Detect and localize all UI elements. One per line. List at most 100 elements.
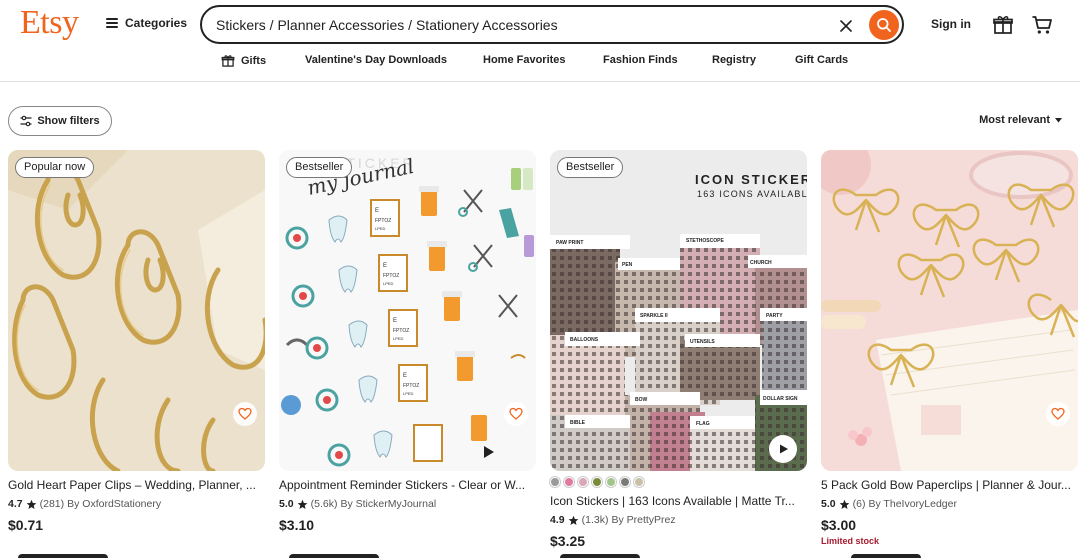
color-swatch[interactable]	[620, 477, 630, 487]
show-filters-button[interactable]: Show filters	[8, 106, 112, 136]
search-icon	[877, 18, 891, 32]
favorite-button[interactable]	[233, 402, 257, 426]
cart-button[interactable]	[1031, 14, 1053, 36]
favorite-button[interactable]	[1046, 402, 1070, 426]
sort-dropdown[interactable]: Most relevant	[979, 114, 1062, 126]
listing-card[interactable]: ICON STICKER 163 ICONS AVAILABL PAW PRIN…	[550, 150, 807, 558]
shop-name[interactable]: By StickerMyJournal	[340, 498, 436, 510]
color-swatches	[550, 477, 644, 487]
image-text: 163 ICONS AVAILABL	[697, 189, 807, 199]
search-button[interactable]	[869, 10, 899, 40]
gold-bow-paperclips-photo	[821, 150, 1078, 471]
image-text: STETHOSCOPE	[686, 238, 724, 244]
image-text: FLAG	[696, 421, 710, 427]
color-swatch[interactable]	[592, 477, 602, 487]
caret-down-icon	[1055, 117, 1062, 122]
listing-card[interactable]: Popular now Gold Heart Paper Clips – Wed…	[8, 150, 265, 558]
nav-item-gift-cards[interactable]: Gift Cards	[795, 54, 848, 66]
listing-title[interactable]: 5 Pack Gold Bow Paperclips | Planner & J…	[821, 478, 1078, 492]
add-to-cart-button[interactable]	[560, 554, 640, 558]
listing-price: $0.71	[8, 517, 44, 533]
heart-icon	[238, 407, 252, 420]
sort-label: Most relevant	[979, 114, 1050, 126]
listing-rating: 4.9 (1.3k) By PrettyPrez	[550, 514, 676, 526]
heart-icon	[1051, 407, 1065, 420]
gift-button[interactable]	[992, 14, 1014, 36]
image-text: BOW	[635, 397, 648, 403]
icon-stickers-photo: ICON STICKER 163 ICONS AVAILABL PAW PRIN…	[550, 150, 807, 471]
heart-icon	[509, 407, 523, 420]
listing-title[interactable]: Icon Stickers | 163 Icons Available | Ma…	[550, 494, 807, 508]
svg-text:FPTOZ: FPTOZ	[403, 383, 419, 389]
image-text: UTENSILS	[690, 339, 715, 345]
image-text: DOLLAR SIGN	[763, 396, 798, 402]
review-count: (6)	[852, 498, 866, 510]
gift-icon	[993, 16, 1013, 34]
image-text: PEN	[622, 262, 633, 268]
gold-heart-paper-clips-photo	[8, 150, 265, 471]
listing-badge: Bestseller	[286, 157, 353, 178]
shop-name[interactable]: By TheIvoryLedger	[868, 498, 957, 510]
listing-title[interactable]: Gold Heart Paper Clips – Wedding, Planne…	[8, 478, 265, 492]
review-count: (1.3k)	[581, 514, 609, 526]
nav-item-fashion-finds[interactable]: Fashion Finds	[603, 54, 678, 66]
color-swatch[interactable]	[550, 477, 560, 487]
add-to-cart-button[interactable]	[851, 554, 921, 558]
rating-value: 4.9	[550, 514, 565, 526]
nav-item-registry[interactable]: Registry	[712, 54, 756, 66]
listing-image[interactable]: STICKER my journal E FPTOZ LPED E FPTOZ LPED	[279, 150, 536, 471]
image-text: PAW PRINT	[556, 240, 583, 246]
color-swatch[interactable]	[564, 477, 574, 487]
gift-icon	[221, 55, 235, 67]
search-bar	[200, 5, 904, 44]
listing-rating: 5.0 (6) By TheIvoryLedger	[821, 498, 957, 510]
star-icon	[26, 499, 36, 509]
cart-icon	[1032, 16, 1052, 34]
listing-image[interactable]: ICON STICKER 163 ICONS AVAILABL PAW PRIN…	[550, 150, 807, 471]
color-swatch[interactable]	[606, 477, 616, 487]
play-icon	[780, 444, 788, 454]
header-divider	[0, 81, 1080, 82]
listing-badge: Popular now	[15, 157, 95, 178]
listing-badge: Bestseller	[557, 157, 624, 178]
add-to-cart-button[interactable]	[18, 554, 108, 558]
add-to-cart-button[interactable]	[289, 554, 379, 558]
nav-item-valentines-downloads[interactable]: Valentine's Day Downloads	[305, 54, 447, 66]
play-video-button[interactable]	[769, 435, 797, 463]
image-text: BIBLE	[570, 420, 586, 426]
listing-image[interactable]	[821, 150, 1078, 471]
etsy-logo[interactable]: Etsy	[20, 4, 79, 42]
color-swatch[interactable]	[634, 477, 644, 487]
clear-search-button[interactable]	[835, 15, 857, 37]
listing-price: $3.00	[821, 517, 857, 533]
svg-text:LPED: LPED	[403, 391, 414, 396]
star-icon	[839, 499, 849, 509]
listing-card[interactable]: STICKER my journal E FPTOZ LPED E FPTOZ LPED	[279, 150, 536, 558]
listing-price: $3.25	[550, 533, 586, 549]
nav-label: Gifts	[241, 55, 267, 67]
sign-in-link[interactable]: Sign in	[931, 17, 971, 31]
listing-title[interactable]: Appointment Reminder Stickers - Clear or…	[279, 478, 536, 492]
listing-card[interactable]: 5 Pack Gold Bow Paperclips | Planner & J…	[821, 150, 1078, 558]
shop-name[interactable]: By PrettyPrez	[611, 514, 675, 526]
svg-text:E: E	[383, 263, 387, 269]
categories-button[interactable]: Categories	[106, 16, 187, 30]
shop-name[interactable]: By OxfordStationery	[67, 498, 161, 510]
nav-item-gifts[interactable]: Gifts	[221, 54, 266, 68]
review-count: (281)	[39, 498, 65, 510]
category-nav: Gifts Valentine's Day Downloads Home Fav…	[0, 54, 1080, 70]
svg-text:E: E	[375, 208, 379, 214]
filter-icon	[20, 115, 32, 127]
svg-text:FPTOZ: FPTOZ	[375, 218, 391, 224]
svg-text:FPTOZ: FPTOZ	[393, 328, 409, 334]
search-input[interactable]	[216, 15, 826, 35]
nav-item-home-favorites[interactable]: Home Favorites	[483, 54, 566, 66]
color-swatch[interactable]	[578, 477, 588, 487]
close-icon	[840, 20, 852, 32]
rating-value: 5.0	[821, 498, 836, 510]
favorite-button[interactable]	[504, 402, 528, 426]
svg-text:FPTOZ: FPTOZ	[383, 273, 399, 279]
limited-stock-label: Limited stock	[821, 536, 880, 546]
image-text: SPARKLE II	[640, 313, 668, 319]
listing-image[interactable]: Popular now	[8, 150, 265, 471]
